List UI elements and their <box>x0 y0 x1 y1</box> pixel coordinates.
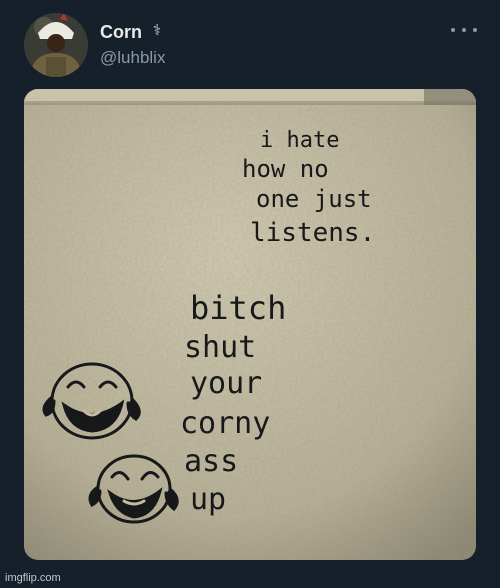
wall-text-line: shut <box>184 330 256 365</box>
wall-text-line: ass <box>184 444 238 479</box>
more-options-icon[interactable] <box>451 22 477 38</box>
wall-text-line: up <box>190 482 226 517</box>
tweet: Corn ⚕ @luhblix i hate how no one just l… <box>0 0 500 588</box>
dot <box>462 28 466 32</box>
wall-text-line: i hate <box>260 128 339 153</box>
wall-text-line: listens. <box>250 218 375 248</box>
display-name[interactable]: Corn <box>100 22 142 43</box>
wall-text-line: bitch <box>190 289 286 327</box>
tweet-photo[interactable]: i hate how no one just listens. bitch sh… <box>24 89 476 560</box>
wall-text-line: one just <box>256 185 372 213</box>
watermark: imgflip.com <box>5 572 61 584</box>
dot <box>451 28 455 32</box>
wall-text-line: how no <box>242 155 329 183</box>
wall-text-line: corny <box>180 406 270 441</box>
handle[interactable]: @luhblix <box>100 48 165 68</box>
dot <box>473 28 477 32</box>
avatar[interactable] <box>24 13 88 77</box>
name-badge-icon: ⚕ <box>153 22 162 39</box>
wall-text-line: your <box>190 366 262 401</box>
